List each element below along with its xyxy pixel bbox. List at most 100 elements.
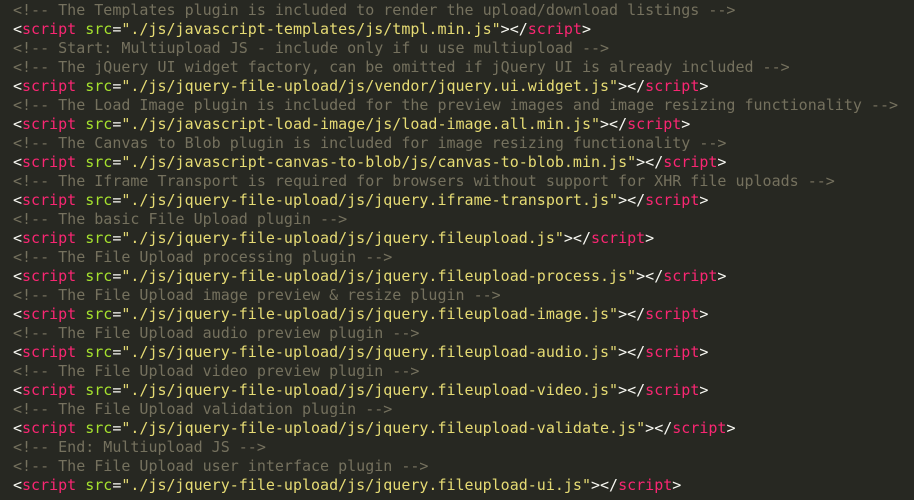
end-angle-bracket: >: [726, 419, 736, 437]
close-angle-bracket: >: [590, 476, 601, 494]
comment-line: <!-- The File Upload user interface plug…: [13, 457, 898, 476]
end-angle-bracket: >: [581, 20, 591, 38]
comment-text: <!-- The jQuery UI widget factory, can b…: [13, 58, 790, 76]
comment-text: <!-- The File Upload validation plugin -…: [13, 400, 393, 418]
comment-text: <!-- End: Multiupload JS -->: [13, 438, 266, 456]
comment-line: <!-- The basic File Upload plugin -->: [13, 210, 898, 229]
end-tag-name: script: [663, 153, 718, 171]
open-angle-bracket: <: [13, 191, 23, 209]
tag-name: script: [22, 20, 77, 38]
tag-name: script: [22, 476, 77, 494]
code-text-area[interactable]: <!-- The Templates plugin is included to…: [13, 1, 898, 495]
open-angle-bracket: <: [13, 476, 23, 494]
tag-name: script: [22, 77, 77, 95]
string-quote-close: ": [609, 305, 619, 323]
end-tag-open: </: [645, 153, 664, 171]
open-angle-bracket: <: [13, 115, 23, 133]
attribute-name: src: [85, 305, 113, 323]
comment-text: <!-- The File Upload image preview & res…: [13, 286, 501, 304]
end-tag-name: script: [645, 343, 700, 361]
end-tag-name: script: [645, 381, 700, 399]
end-angle-bracket: >: [699, 381, 709, 399]
close-angle-bracket: >: [618, 343, 628, 361]
src-value: ./js/jquery-file-upload/js/jquery.iframe…: [130, 191, 610, 209]
src-value: ./js/jquery-file-upload/js/jquery.fileup…: [130, 419, 637, 437]
end-tag-name: script: [645, 305, 700, 323]
comment-text: <!-- The File Upload processing plugin -…: [13, 248, 393, 266]
src-value: ./js/jquery-file-upload/js/vendor/jquery…: [130, 77, 610, 95]
string-quote-close: ": [627, 267, 637, 285]
comment-text: <!-- The File Upload user interface plug…: [13, 457, 429, 475]
end-tag-name: script: [590, 229, 646, 247]
src-value: ./js/jquery-file-upload/js/jquery.fileup…: [130, 343, 610, 361]
close-angle-bracket: >: [600, 115, 610, 133]
src-value: ./js/jquery-file-upload/js/jquery.fileup…: [130, 267, 628, 285]
comment-line: <!-- The File Upload audio preview plugi…: [13, 324, 898, 343]
comment-text: <!-- The basic File Upload plugin -->: [13, 210, 348, 228]
script-tag-line: <script src="./js/jquery-file-upload/js/…: [13, 267, 898, 286]
end-tag-name: script: [663, 267, 718, 285]
close-angle-bracket: >: [500, 20, 510, 38]
comment-text: <!-- The File Upload video preview plugi…: [13, 362, 420, 380]
close-angle-bracket: >: [618, 305, 628, 323]
src-value: ./js/jquery-file-upload/js/jquery.fileup…: [130, 229, 555, 247]
comment-text: <!-- The Templates plugin is included to…: [13, 1, 736, 19]
end-angle-bracket: >: [717, 267, 727, 285]
end-tag-open: </: [609, 115, 628, 133]
string-quote-close: ": [609, 343, 619, 361]
attribute-name: src: [85, 153, 113, 171]
end-tag-open: </: [627, 191, 646, 209]
close-angle-bracket: >: [618, 381, 628, 399]
src-value: ./js/javascript-templates/js/tmpl.min.js: [130, 20, 492, 38]
end-angle-bracket: >: [699, 343, 709, 361]
comment-line: <!-- The Templates plugin is included to…: [13, 1, 898, 20]
attribute-name: src: [85, 20, 113, 38]
close-angle-bracket: >: [645, 419, 655, 437]
attribute-name: src: [85, 77, 113, 95]
comment-text: <!-- The Load Image plugin is included f…: [13, 96, 899, 114]
script-tag-line: <script src="./js/jquery-file-upload/js/…: [13, 476, 898, 495]
end-angle-bracket: >: [717, 153, 727, 171]
comment-line: <!-- The Load Image plugin is included f…: [13, 96, 898, 115]
src-value: ./js/jquery-file-upload/js/jquery.fileup…: [130, 305, 610, 323]
attribute-name: src: [85, 267, 113, 285]
code-editor[interactable]: <!-- The Templates plugin is included to…: [0, 0, 914, 500]
close-angle-bracket: >: [618, 191, 628, 209]
close-angle-bracket: >: [618, 77, 628, 95]
end-angle-bracket: >: [645, 229, 655, 247]
comment-text: <!-- Start: Multiupload JS - include onl…: [13, 39, 610, 57]
script-tag-line: <script src="./js/javascript-templates/j…: [13, 20, 898, 39]
open-angle-bracket: <: [13, 419, 23, 437]
open-angle-bracket: <: [13, 305, 23, 323]
close-angle-bracket: >: [636, 267, 646, 285]
end-tag-open: </: [509, 20, 528, 38]
script-tag-line: <script src="./js/javascript-canvas-to-b…: [13, 153, 898, 172]
comment-text: <!-- The Iframe Transport is required fo…: [13, 172, 835, 190]
end-angle-bracket: >: [681, 115, 691, 133]
string-quote-close: ": [554, 229, 564, 247]
string-quote-close: ": [609, 191, 619, 209]
tag-name: script: [22, 191, 77, 209]
close-angle-bracket: >: [636, 153, 646, 171]
comment-text: <!-- The Canvas to Blob plugin is includ…: [13, 134, 727, 152]
comment-text: <!-- The File Upload audio preview plugi…: [13, 324, 420, 342]
open-angle-bracket: <: [13, 229, 23, 247]
open-angle-bracket: <: [13, 381, 23, 399]
end-angle-bracket: >: [672, 476, 682, 494]
string-quote-close: ": [581, 476, 591, 494]
src-value: ./js/jquery-file-upload/js/jquery.fileup…: [130, 381, 610, 399]
src-value: ./js/javascript-load-image/js/load-image…: [130, 115, 591, 133]
end-tag-open: </: [645, 267, 664, 285]
src-value: ./js/jquery-file-upload/js/jquery.fileup…: [130, 476, 582, 494]
script-tag-line: <script src="./js/jquery-file-upload/js/…: [13, 77, 898, 96]
string-quote-close: ": [609, 77, 619, 95]
tag-name: script: [22, 419, 77, 437]
